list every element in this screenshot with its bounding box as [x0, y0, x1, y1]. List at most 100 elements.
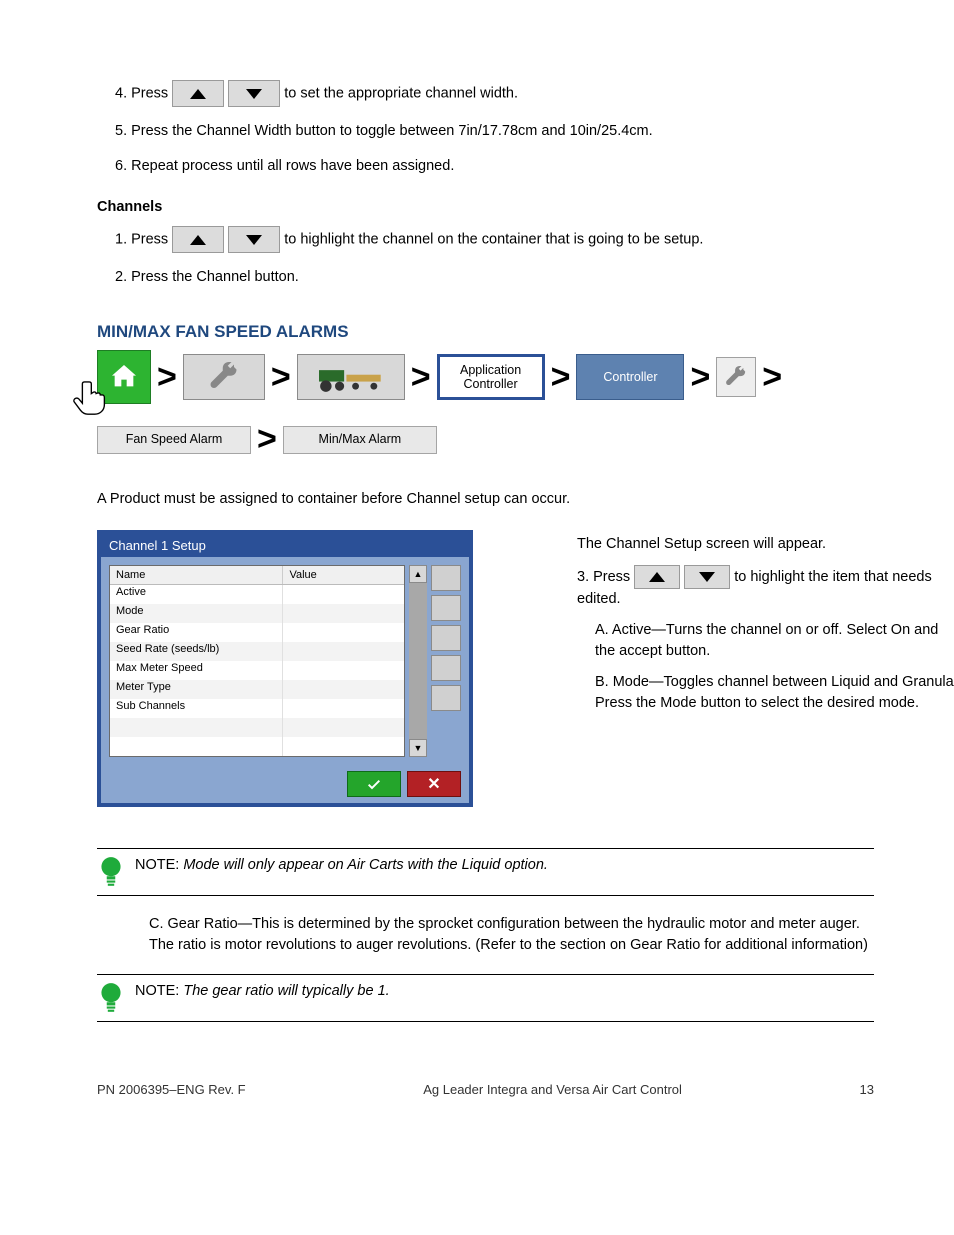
- table-row[interactable]: Seed Rate (seeds/lb): [110, 642, 404, 661]
- note-block-mode: NOTE: Mode will only appear on Air Carts…: [97, 848, 874, 896]
- path-separator: >: [257, 420, 277, 459]
- cell-value: [283, 642, 404, 661]
- path-separator: >: [551, 358, 571, 397]
- note-block-gear-ratio: NOTE: The gear ratio will typically be 1…: [97, 974, 874, 1022]
- table-row[interactable]: Meter Type: [110, 680, 404, 699]
- scrollbar[interactable]: ▲ ▼: [409, 565, 427, 757]
- wrench-icon: [725, 366, 747, 388]
- side-button-1[interactable]: [431, 565, 461, 591]
- tractor-icon: [307, 361, 395, 393]
- aside-active-item: A. Active—Turns the channel on or off. S…: [577, 620, 954, 662]
- table-row[interactable]: Active: [110, 585, 404, 604]
- x-icon: ✕: [427, 774, 440, 794]
- set-channel-width-step: 4. Press to set the appropriate channel …: [115, 80, 874, 107]
- cell-name: Sub Channels: [110, 699, 283, 718]
- wrench-icon: [209, 362, 239, 392]
- checkmark-icon: [364, 776, 384, 792]
- cancel-button[interactable]: ✕: [407, 771, 461, 797]
- table-row[interactable]: Mode: [110, 604, 404, 623]
- note-gear-ratio-text: The gear ratio will typically be 1.: [183, 983, 389, 999]
- path-separator: >: [271, 358, 291, 397]
- up-button[interactable]: [172, 80, 224, 107]
- toggle-channel-width-step: 5. Press the Channel Width button to tog…: [115, 121, 874, 142]
- path-separator: >: [690, 358, 710, 397]
- cell-name: Active: [110, 585, 283, 604]
- lightbulb-icon: [97, 855, 125, 889]
- path-separator: >: [411, 358, 431, 397]
- path-separator: >: [762, 358, 782, 397]
- cell-value: [283, 585, 404, 604]
- cell-name: [110, 718, 283, 737]
- side-button-3[interactable]: [431, 625, 461, 651]
- cell-value: [283, 699, 404, 718]
- footer-page-number: 13: [860, 1082, 874, 1097]
- press-channel-button-step: 2. Press the Channel button.: [115, 267, 874, 288]
- small-wrench-button[interactable]: [716, 357, 756, 397]
- app-controller-button[interactable]: Application Controller: [437, 354, 545, 400]
- gear-ratio-item: C. Gear Ratio—This is determined by the …: [149, 914, 874, 956]
- column-header-value: Value: [283, 566, 404, 584]
- cell-name: Seed Rate (seeds/lb): [110, 642, 283, 661]
- updown-buttons-2[interactable]: [172, 226, 280, 253]
- tractor-button[interactable]: [297, 354, 405, 400]
- note-mode-text: Mode will only appear on Air Carts with …: [183, 857, 548, 873]
- wrench-button[interactable]: [183, 354, 265, 400]
- cell-value: [283, 623, 404, 642]
- min-max-alarm-button[interactable]: Min/Max Alarm: [283, 426, 437, 454]
- table-row[interactable]: Max Meter Speed: [110, 661, 404, 680]
- cell-name: [110, 737, 283, 756]
- footer-center: Ag Leader Integra and Versa Air Cart Con…: [246, 1082, 860, 1097]
- cell-value: [283, 604, 404, 623]
- cell-value: [283, 737, 404, 756]
- cell-value: [283, 661, 404, 680]
- triangle-down-icon: [246, 235, 262, 245]
- table-row[interactable]: [110, 718, 404, 737]
- table-row[interactable]: [110, 737, 404, 756]
- down-button[interactable]: [228, 80, 280, 107]
- product-required-text: A Product must be assigned to container …: [97, 489, 874, 510]
- lightbulb-icon: [97, 981, 125, 1015]
- cell-value: [283, 718, 404, 737]
- aside-press-arrows: 3. Press to highlight the item that need…: [577, 565, 954, 610]
- footer-left: PN 2006395–ENG Rev. F: [97, 1082, 246, 1097]
- scroll-up-button[interactable]: ▲: [409, 565, 427, 583]
- triangle-down-icon: [246, 89, 262, 99]
- navigation-path: > > > Application Controller > Controlle…: [97, 350, 874, 459]
- up-button-3[interactable]: [634, 565, 680, 589]
- table-row[interactable]: Gear Ratio: [110, 623, 404, 642]
- side-button-2[interactable]: [431, 595, 461, 621]
- repeat-rows-step: 6. Repeat process until all rows have be…: [115, 156, 874, 177]
- channel-setup-window: Channel 1 Setup Name Value ActiveModeGea…: [97, 530, 473, 807]
- triangle-up-icon: [190, 235, 206, 245]
- hand-pointer-icon: [70, 375, 114, 419]
- cell-name: Gear Ratio: [110, 623, 283, 642]
- cell-value: [283, 680, 404, 699]
- controller-button[interactable]: Controller: [576, 354, 684, 400]
- updown-buttons-3[interactable]: [634, 565, 730, 589]
- triangle-up-icon: [649, 572, 665, 582]
- setup-grid: Name Value ActiveModeGear RatioSeed Rate…: [109, 565, 405, 757]
- page-footer: PN 2006395–ENG Rev. F Ag Leader Integra …: [97, 1082, 874, 1097]
- updown-buttons-1[interactable]: [172, 80, 280, 107]
- aside-mode-item: B. Mode—Toggles channel between Liquid a…: [577, 672, 954, 714]
- down-button-3[interactable]: [684, 565, 730, 589]
- channels-heading: Channels: [97, 197, 874, 218]
- aside-setup-appears: The Channel Setup screen will appear.: [577, 534, 954, 555]
- cell-name: Mode: [110, 604, 283, 623]
- side-button-5[interactable]: [431, 685, 461, 711]
- fan-speed-alarm-button[interactable]: Fan Speed Alarm: [97, 426, 251, 454]
- home-icon-button[interactable]: [97, 350, 151, 404]
- highlight-channel-step: 1. Press to highlight the channel on the…: [115, 226, 874, 253]
- triangle-up-icon: [190, 89, 206, 99]
- up-button-2[interactable]: [172, 226, 224, 253]
- side-button-4[interactable]: [431, 655, 461, 681]
- ok-button[interactable]: [347, 771, 401, 797]
- section-title-fan-speed: MIN/MAX FAN SPEED ALARMS: [97, 322, 874, 342]
- cell-name: Max Meter Speed: [110, 661, 283, 680]
- down-button-2[interactable]: [228, 226, 280, 253]
- scroll-down-button[interactable]: ▼: [409, 739, 427, 757]
- table-row[interactable]: Sub Channels: [110, 699, 404, 718]
- path-separator: >: [157, 358, 177, 397]
- window-title: Channel 1 Setup: [101, 534, 469, 557]
- scroll-track[interactable]: [409, 583, 427, 739]
